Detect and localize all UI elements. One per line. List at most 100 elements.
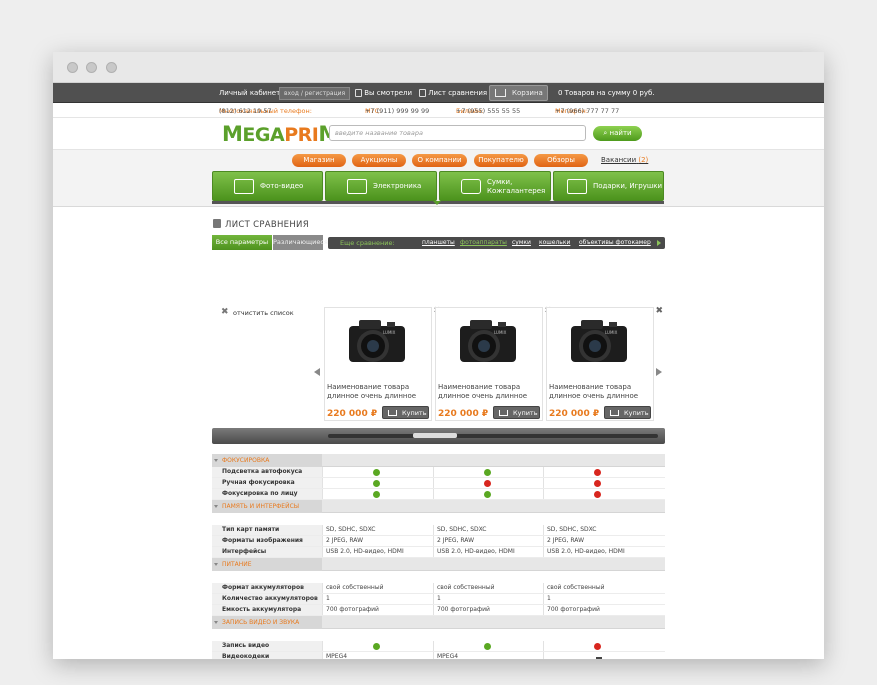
menu-about[interactable]: О компании bbox=[412, 154, 467, 167]
spec-value: 2 JPEG, RAW bbox=[433, 536, 544, 546]
active-indicator-icon bbox=[433, 201, 441, 205]
category-photo-video[interactable]: Фото-видео bbox=[212, 171, 323, 201]
spec-section[interactable]: ФОКУСИРОВКА bbox=[212, 454, 665, 467]
section-title: ЗАПИСЬ ВИДЕО И ЗВУКА bbox=[222, 619, 300, 626]
category-gifts[interactable]: Подарки, Игрушки bbox=[553, 171, 664, 201]
spec-value: свой собственный bbox=[433, 583, 544, 593]
spec-value bbox=[543, 478, 654, 488]
spec-label: Формат аккумуляторов bbox=[212, 583, 322, 593]
product-card: ✖ LUMIX Наименование товара длинное очен… bbox=[324, 306, 441, 421]
spec-label: Фокусировка по лицу bbox=[212, 489, 322, 499]
spec-label: Форматы изображения bbox=[212, 536, 322, 546]
also-compare-bar: Еще сравнение: планшеты фотоаппараты сум… bbox=[328, 237, 665, 249]
product-image[interactable]: LUMIX bbox=[454, 314, 522, 370]
menu-shop[interactable]: Магазин bbox=[292, 154, 346, 167]
spec-label: Количество аккумуляторов bbox=[212, 594, 322, 604]
buy-button[interactable]: Купить bbox=[493, 406, 540, 419]
gift-icon bbox=[567, 179, 587, 194]
chevron-right-icon[interactable] bbox=[657, 240, 661, 246]
menu-reviews[interactable]: Обзоры bbox=[534, 154, 588, 167]
cart-icon bbox=[499, 410, 508, 416]
next-arrow-icon[interactable] bbox=[656, 368, 662, 376]
history-icon bbox=[355, 89, 362, 97]
vacancies-link[interactable]: Вакансии (2) bbox=[601, 154, 648, 167]
spec-row: Ручная фокусировка bbox=[212, 478, 665, 489]
spec-value bbox=[322, 467, 433, 477]
collapse-icon[interactable] bbox=[214, 459, 218, 462]
collapse-icon[interactable] bbox=[214, 505, 218, 508]
tab-different[interactable]: Различающиеся bbox=[273, 235, 328, 250]
also-compare-label: Еще сравнение: bbox=[340, 239, 395, 247]
spec-value: свой собственный bbox=[322, 583, 433, 593]
login-button[interactable]: вход / регистрация bbox=[279, 87, 351, 100]
product-image[interactable]: LUMIX bbox=[565, 314, 633, 370]
section-title: ФОКУСИРОВКА bbox=[222, 457, 270, 464]
product-price: 220 000 ₽ bbox=[549, 409, 600, 419]
clear-list-button[interactable]: ✖ отчистить список bbox=[221, 307, 294, 317]
category-electronics[interactable]: Электроника bbox=[325, 171, 437, 201]
spec-row: Фокусировка по лицу bbox=[212, 489, 665, 500]
account-link[interactable]: Личный кабинет bbox=[219, 83, 280, 103]
also-link-tablets[interactable]: планшеты bbox=[422, 237, 455, 249]
product-name[interactable]: Наименование товара длинное очень длинно… bbox=[549, 383, 651, 401]
list-icon bbox=[419, 89, 426, 97]
viewed-link[interactable]: Вы смотрели bbox=[355, 83, 412, 103]
buy-button[interactable]: Купить bbox=[604, 406, 651, 419]
also-link-lenses[interactable]: объективы фотокамер bbox=[579, 237, 651, 249]
scroll-thumb[interactable] bbox=[413, 433, 457, 438]
spec-value bbox=[322, 478, 433, 488]
spec-label: Ручная фокусировка bbox=[212, 478, 322, 488]
product-name[interactable]: Наименование товара длинное очень длинно… bbox=[438, 383, 540, 401]
product-image[interactable]: LUMIX bbox=[343, 314, 411, 370]
menu-customer[interactable]: Покупателю bbox=[474, 154, 528, 167]
page-title: ЛИСТ СРАВНЕНИЯ bbox=[213, 219, 309, 230]
spec-row: Интерфейсы USB 2.0, HD-видео, HDMI USB 2.0… bbox=[212, 547, 665, 558]
section-title: ПАМЯТЬ И ИНТЕРФЕЙСЫ bbox=[222, 503, 300, 510]
window-dot-2[interactable] bbox=[86, 62, 97, 73]
spec-value: MPEG4 bbox=[322, 652, 433, 659]
cart-icon bbox=[388, 410, 397, 416]
spec-value: SD, SDHC, SDXC bbox=[433, 525, 544, 535]
scroll-track[interactable] bbox=[328, 433, 658, 438]
spec-section[interactable]: ПАМЯТЬ И ИНТЕРФЕЙСЫ bbox=[212, 500, 665, 513]
category-bags[interactable]: Сумки, Кожгалантерея bbox=[439, 171, 551, 201]
check-icon bbox=[484, 643, 491, 650]
menu-auctions[interactable]: Аукционы bbox=[352, 154, 406, 167]
compare-link[interactable]: Лист сравнения bbox=[419, 83, 487, 103]
product-name[interactable]: Наименование товара длинное очень длинно… bbox=[327, 383, 429, 401]
spec-section[interactable]: ЗАПИСЬ ВИДЕО И ЗВУКА bbox=[212, 616, 665, 629]
window-dot-3[interactable] bbox=[106, 62, 117, 73]
window-dot-1[interactable] bbox=[67, 62, 78, 73]
search-input[interactable]: введите название товара bbox=[329, 125, 586, 141]
spec-value: 1 bbox=[322, 594, 433, 604]
search-button[interactable]: ⌕ найти bbox=[593, 126, 642, 141]
spec-row: Емкость аккумулятора 700 фотографий 700 фо… bbox=[212, 605, 665, 616]
spec-value: 2 JPEG, RAW bbox=[543, 536, 654, 546]
spec-value: 1 bbox=[543, 594, 654, 604]
spec-row: Количество аккумуляторов 1 1 1 bbox=[212, 594, 665, 605]
spec-section[interactable]: ПИТАНИЕ bbox=[212, 558, 665, 571]
spec-value bbox=[543, 489, 654, 499]
cross-icon bbox=[594, 480, 601, 487]
also-link-cameras[interactable]: фотоаппараты bbox=[460, 237, 507, 249]
compare-list-icon bbox=[213, 219, 221, 228]
check-icon bbox=[373, 480, 380, 487]
collapse-icon[interactable] bbox=[214, 563, 218, 566]
spec-value: 1 bbox=[433, 594, 544, 604]
spec-value: 700 фотографий bbox=[543, 605, 654, 615]
cart-button[interactable]: Корзина bbox=[489, 85, 548, 101]
check-icon bbox=[373, 643, 380, 650]
collapse-icon[interactable] bbox=[214, 621, 218, 624]
spec-value bbox=[543, 652, 654, 659]
logo[interactable]: MEGAPRIM bbox=[222, 122, 339, 146]
remove-product-icon[interactable]: ✖ bbox=[655, 306, 663, 316]
buy-button[interactable]: Купить bbox=[382, 406, 429, 419]
spec-label: Интерфейсы bbox=[212, 547, 322, 557]
search-icon: ⌕ bbox=[603, 129, 608, 137]
prev-arrow-icon[interactable] bbox=[314, 368, 320, 376]
also-link-wallets[interactable]: кошельки bbox=[539, 237, 570, 249]
also-link-bags[interactable]: сумки bbox=[512, 237, 531, 249]
tab-all-params[interactable]: Все параметры bbox=[212, 235, 272, 250]
